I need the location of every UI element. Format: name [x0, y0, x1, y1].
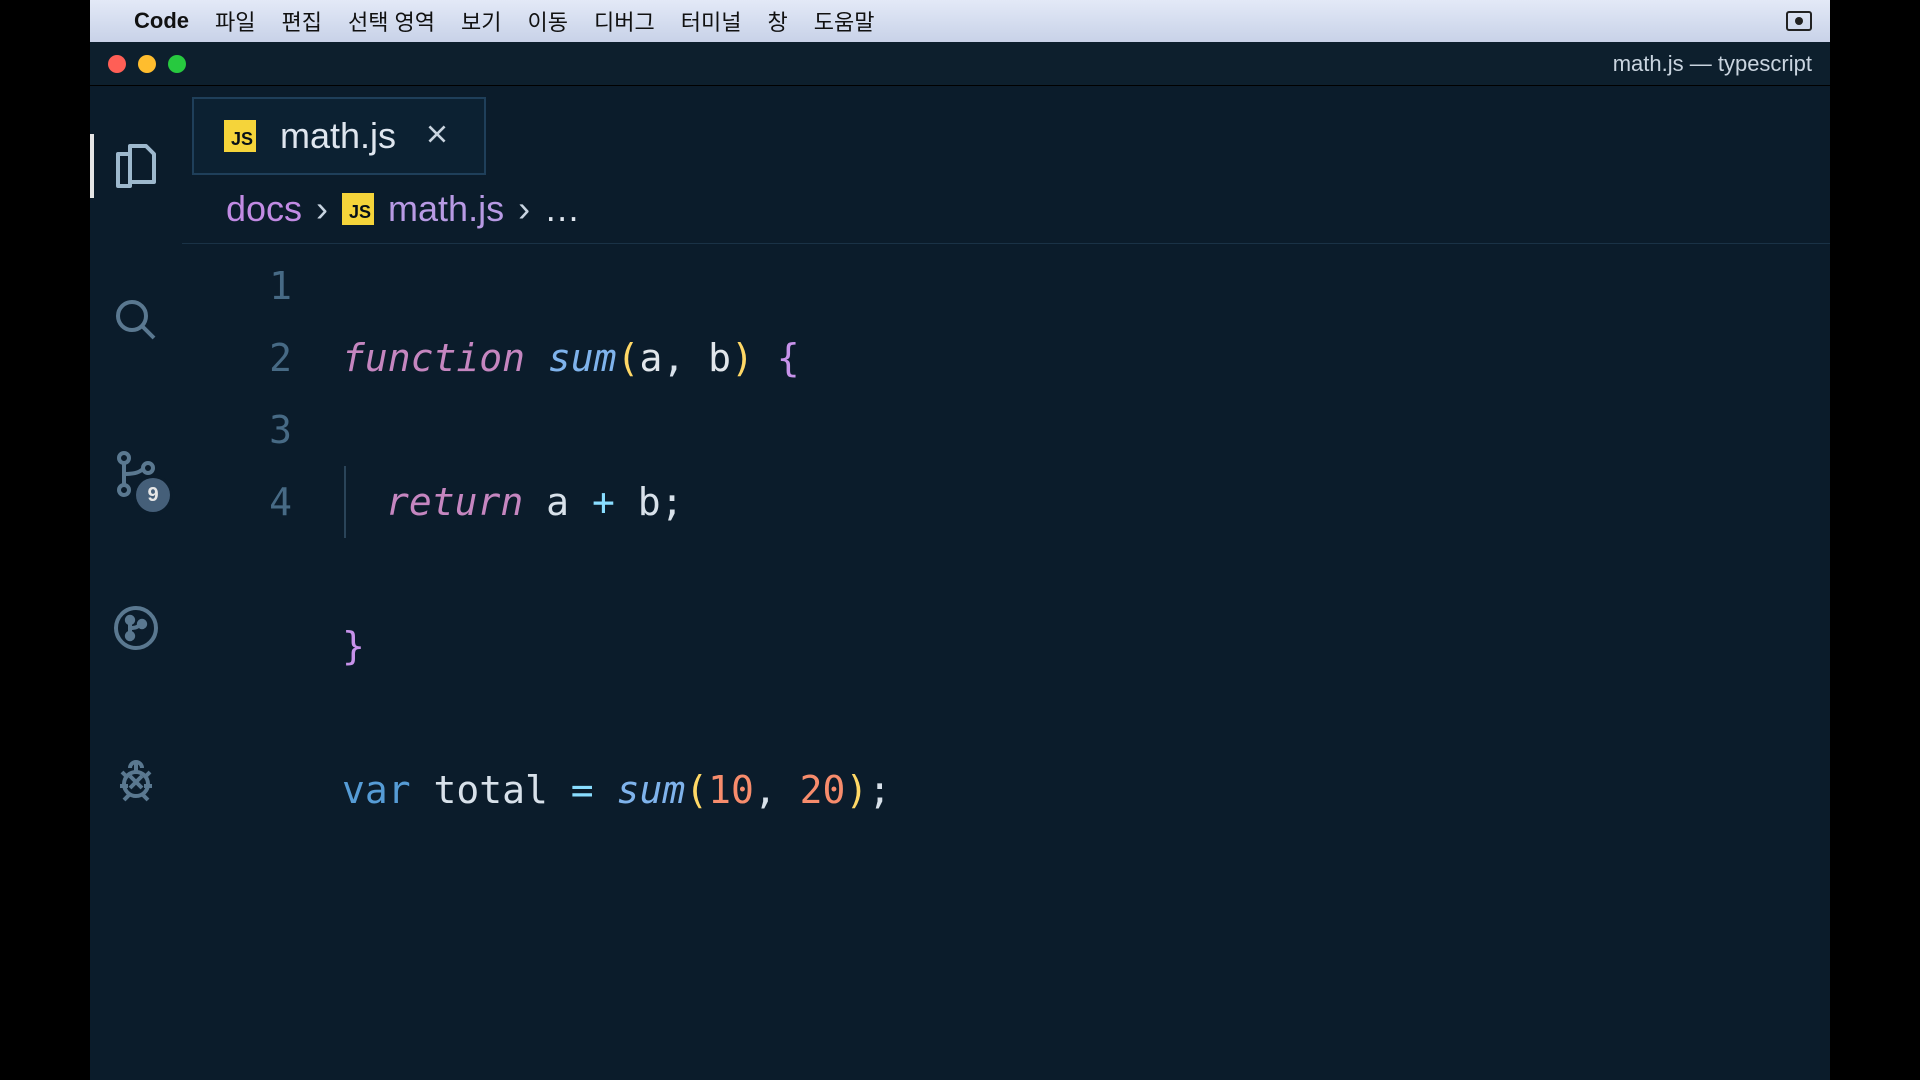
- close-window-button[interactable]: [108, 55, 126, 73]
- activity-bar: 9: [90, 86, 182, 1080]
- menu-help[interactable]: 도움말: [814, 5, 875, 37]
- tab-filename: math.js: [280, 115, 396, 157]
- bug-icon: [112, 758, 160, 806]
- menubar-app-name[interactable]: Code: [134, 8, 189, 34]
- traffic-lights: [108, 55, 186, 73]
- breadcrumb[interactable]: docs › JS math.js › …: [182, 174, 1830, 244]
- minimize-window-button[interactable]: [138, 55, 156, 73]
- scm-badge: 9: [136, 478, 170, 512]
- breadcrumb-file[interactable]: math.js: [388, 188, 504, 230]
- source-control-button[interactable]: 9: [104, 442, 168, 506]
- close-tab-button[interactable]: [420, 117, 454, 156]
- editor-tab[interactable]: JS math.js: [192, 97, 486, 175]
- js-file-icon: JS: [224, 120, 256, 152]
- search-icon: [112, 296, 160, 344]
- zoom-window-button[interactable]: [168, 55, 186, 73]
- line-number-gutter: 1 2 3 4: [182, 250, 342, 1080]
- screen-record-icon[interactable]: [1786, 11, 1812, 31]
- git-branch-circle-icon: [112, 604, 160, 652]
- chevron-right-icon: ›: [316, 188, 328, 230]
- tabs-row: JS math.js: [182, 86, 1830, 174]
- line-number: 2: [182, 322, 302, 394]
- menu-terminal[interactable]: 터미널: [681, 5, 742, 37]
- menu-go[interactable]: 이동: [528, 5, 568, 37]
- close-icon: [424, 121, 450, 147]
- js-file-icon: JS: [342, 193, 374, 225]
- window-titlebar: math.js — typescript: [90, 42, 1830, 86]
- menu-view[interactable]: 보기: [461, 5, 501, 37]
- mac-menubar: Code 파일 편집 선택 영역 보기 이동 디버그 터미널 창 도움말: [90, 0, 1830, 42]
- breadcrumb-folder[interactable]: docs: [226, 188, 302, 230]
- code-content[interactable]: function sum(a, b) { return a + b; } var…: [342, 250, 1830, 1080]
- menu-debug[interactable]: 디버그: [594, 5, 655, 37]
- menu-file[interactable]: 파일: [215, 5, 255, 37]
- search-button[interactable]: [104, 288, 168, 352]
- chevron-right-icon: ›: [518, 188, 530, 230]
- explorer-button[interactable]: [104, 134, 168, 198]
- files-icon: [112, 142, 160, 190]
- menu-edit[interactable]: 편집: [281, 5, 321, 37]
- line-number: 3: [182, 394, 302, 466]
- window-title: math.js — typescript: [1613, 51, 1812, 77]
- line-number: 1: [182, 250, 302, 322]
- code-editor[interactable]: 1 2 3 4 function sum(a, b) { return a + …: [182, 244, 1830, 1080]
- breadcrumb-symbol[interactable]: …: [544, 188, 580, 230]
- debug-button[interactable]: [104, 750, 168, 814]
- gitlens-button[interactable]: [104, 596, 168, 660]
- menu-window[interactable]: 창: [767, 5, 787, 37]
- menu-selection[interactable]: 선택 영역: [348, 5, 435, 37]
- line-number: 4: [182, 466, 302, 538]
